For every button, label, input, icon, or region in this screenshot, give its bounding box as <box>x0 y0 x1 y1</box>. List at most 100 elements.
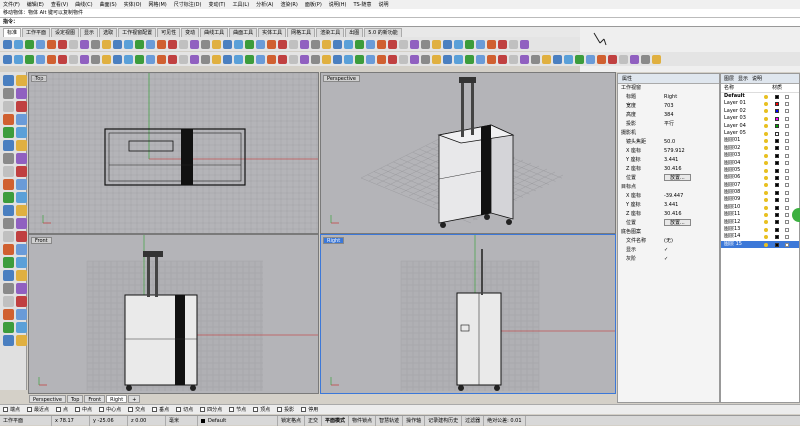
toolbar-tool-icon[interactable] <box>3 39 12 49</box>
toolbar-tool-icon[interactable] <box>135 39 144 49</box>
layer-row[interactable]: 图层09 <box>721 196 799 203</box>
layer-color-swatch[interactable] <box>775 198 779 203</box>
menu-view[interactable]: 查看(V) <box>51 1 68 8</box>
vptab-perspective[interactable]: Perspective <box>29 395 66 403</box>
material-swatch[interactable] <box>785 102 789 107</box>
lightbulb-icon[interactable] <box>764 146 768 151</box>
status-osnap[interactable]: 物件锁点 <box>349 415 377 426</box>
toolbar-tool-icon[interactable] <box>157 39 166 49</box>
toolbar-tool-icon[interactable] <box>344 39 353 49</box>
toolbar-tool-icon[interactable] <box>564 54 573 64</box>
lightbulb-icon[interactable] <box>764 109 768 114</box>
toolbar-tool-icon[interactable] <box>410 54 419 64</box>
side-tool-icon[interactable] <box>3 296 14 307</box>
lightbulb-icon[interactable] <box>764 212 768 217</box>
tab-transform[interactable]: 变动 <box>181 28 200 37</box>
layer-color-swatch[interactable] <box>775 212 779 217</box>
side-tool-icon[interactable] <box>16 322 27 333</box>
toolbar-tool-icon[interactable] <box>47 39 56 49</box>
osnap-checkbox[interactable] <box>229 407 235 412</box>
camera-prop-value[interactable]: 50.0 <box>664 138 719 147</box>
lightbulb-icon[interactable] <box>764 139 768 144</box>
toolbar-tool-icon[interactable] <box>388 39 397 49</box>
toolbar-tool-icon[interactable] <box>267 54 276 64</box>
osnap-checkbox[interactable] <box>277 407 283 412</box>
side-tool-icon[interactable] <box>3 283 14 294</box>
toolbar-tool-icon[interactable] <box>652 54 661 64</box>
camera-prop-value[interactable]: 3.441 <box>664 156 719 165</box>
osnap-option[interactable]: 交点 <box>128 406 145 413</box>
menu-file[interactable]: 文件(F) <box>3 1 20 8</box>
layer-row[interactable]: 图层05 <box>721 167 799 174</box>
layer-row[interactable]: 图层14 <box>721 233 799 240</box>
layer-row[interactable]: Layer 05 <box>721 130 799 137</box>
toolbar-tool-icon[interactable] <box>179 54 188 64</box>
toolbar-tool-icon[interactable] <box>432 39 441 49</box>
side-tool-icon[interactable] <box>3 140 14 151</box>
side-tool-icon[interactable] <box>3 322 14 333</box>
status-layer[interactable]: Default <box>198 415 278 426</box>
side-tool-icon[interactable] <box>16 270 27 281</box>
target-prop-value[interactable]: 30.416 <box>664 210 719 219</box>
side-tool-icon[interactable] <box>16 335 27 346</box>
osnap-checkbox[interactable] <box>152 407 158 412</box>
vptab-right[interactable]: Right <box>106 395 128 403</box>
lightbulb-icon[interactable] <box>764 175 768 180</box>
side-tool-icon[interactable] <box>3 153 14 164</box>
toolbar-tool-icon[interactable] <box>80 54 89 64</box>
menu-analyze[interactable]: 分析(A) <box>256 1 273 8</box>
material-swatch[interactable] <box>785 183 789 188</box>
material-swatch[interactable] <box>785 227 789 232</box>
side-tool-icon[interactable] <box>3 244 14 255</box>
col-material[interactable]: 材质 <box>772 84 782 92</box>
tab-new-in-v5[interactable]: 5.0 的新功能 <box>364 28 402 37</box>
toolbar-tool-icon[interactable] <box>168 39 177 49</box>
side-tool-icon[interactable] <box>3 88 14 99</box>
side-tool-icon[interactable] <box>3 75 14 86</box>
toolbar-tool-icon[interactable] <box>91 39 100 49</box>
layer-row[interactable]: Layer 04 <box>721 123 799 130</box>
toolbar-tool-icon[interactable] <box>311 54 320 64</box>
layer-row[interactable]: 图层01 <box>721 137 799 144</box>
material-swatch[interactable] <box>785 205 789 210</box>
material-swatch[interactable] <box>785 175 789 180</box>
toolbar-tool-icon[interactable] <box>355 54 364 64</box>
layer-row[interactable]: 图层13 <box>721 226 799 233</box>
tab-render-tools[interactable]: 渲染工具 <box>316 28 345 37</box>
osnap-checkbox[interactable] <box>176 407 182 412</box>
camera-prop-value[interactable]: 579.912 <box>664 147 719 156</box>
layer-color-swatch[interactable] <box>775 109 779 114</box>
osnap-option[interactable]: 点 <box>56 406 68 413</box>
layer-color-swatch[interactable] <box>775 94 779 99</box>
lightbulb-icon[interactable] <box>764 116 768 121</box>
layer-row[interactable]: 图层03 <box>721 152 799 159</box>
side-tool-icon[interactable] <box>16 257 27 268</box>
layer-row[interactable]: 图层06 <box>721 174 799 181</box>
status-grid-snap[interactable]: 锁定格点 <box>278 415 306 426</box>
side-handle-icon[interactable] <box>792 208 800 222</box>
material-swatch[interactable] <box>785 168 789 173</box>
toolbar-tool-icon[interactable] <box>278 54 287 64</box>
lightbulb-icon[interactable] <box>764 227 768 232</box>
toolbar-tool-icon[interactable] <box>69 54 78 64</box>
osnap-checkbox[interactable] <box>3 407 8 412</box>
toolbar-tool-icon[interactable] <box>278 39 287 49</box>
osnap-option[interactable]: 垂点 <box>152 406 169 413</box>
side-tool-icon[interactable] <box>16 140 27 151</box>
toolbar-tool-icon[interactable] <box>443 54 452 64</box>
tab-setview[interactable]: 设定视图 <box>51 28 80 37</box>
side-tool-icon[interactable] <box>16 114 27 125</box>
lightbulb-icon[interactable] <box>764 190 768 195</box>
toolbar-tool-icon[interactable] <box>531 54 540 64</box>
toolbar-tool-icon[interactable] <box>454 39 463 49</box>
side-tool-icon[interactable] <box>16 244 27 255</box>
menu-help2[interactable]: 说明 <box>379 1 389 8</box>
layer-color-swatch[interactable] <box>775 146 779 151</box>
layer-color-swatch[interactable] <box>775 153 779 158</box>
menu-render[interactable]: 渲染(R) <box>280 1 297 8</box>
toolbar-tool-icon[interactable] <box>608 54 617 64</box>
lightbulb-icon[interactable] <box>764 235 768 240</box>
toolbar-tool-icon[interactable] <box>355 39 364 49</box>
side-tool-icon[interactable] <box>16 101 27 112</box>
side-tool-icon[interactable] <box>16 88 27 99</box>
